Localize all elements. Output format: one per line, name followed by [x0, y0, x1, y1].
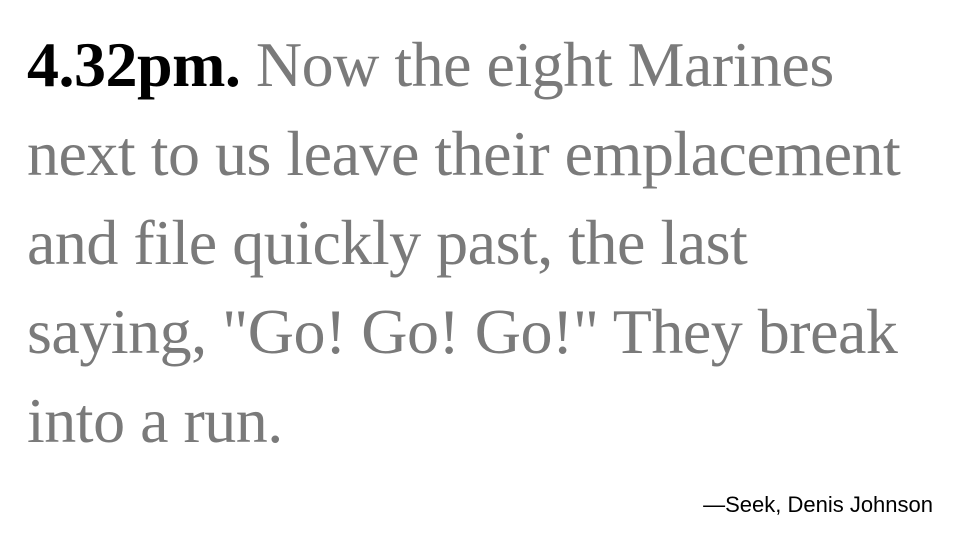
quote-time: 4.32pm. — [27, 29, 241, 100]
quote-block: 4.32pm. Now the eight Marines next to us… — [27, 20, 927, 465]
quote-attribution: —Seek, Denis Johnson — [703, 492, 933, 517]
